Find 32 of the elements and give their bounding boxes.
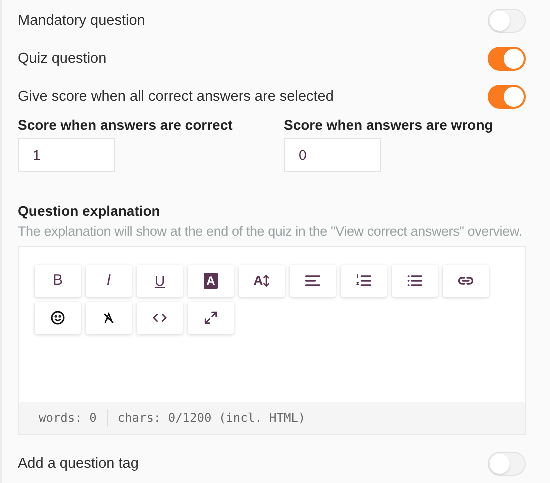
score-field[interactable]: 1: [18, 138, 115, 172]
fullscreen-button[interactable]: [188, 302, 234, 334]
vertical-arrows-icon: [263, 274, 270, 288]
score-field[interactable]: 0: [284, 138, 381, 172]
underline-button[interactable]: U: [137, 264, 183, 297]
numbered-list-button[interactable]: [341, 264, 387, 297]
char-count: chars: 0/1200 (incl. HTML): [118, 411, 306, 426]
text-editor[interactable]: B I U A A words: 0 chars: 0/1200 (incl. HTML): [18, 246, 526, 436]
italic-button[interactable]: I: [86, 264, 132, 297]
toggle-label: Add a question tag: [18, 456, 139, 472]
field-label: Score when answers are correct: [18, 116, 234, 133]
expand-icon: [203, 310, 219, 326]
toggle-label: Mandatory question: [18, 12, 146, 29]
font-size-button[interactable]: A: [239, 264, 285, 297]
align-button[interactable]: [290, 264, 336, 297]
bullet-list-button[interactable]: [392, 264, 438, 297]
section-title: Question explanation: [18, 202, 162, 219]
emoji-button[interactable]: [35, 302, 81, 334]
link-button[interactable]: [443, 264, 489, 297]
toggle-switch[interactable]: [488, 46, 526, 71]
toggle-switch[interactable]: [488, 84, 526, 109]
toggle-label: Give score when all correct answers are selected: [18, 88, 334, 105]
word-count: words: 0: [39, 411, 97, 426]
smiley-icon: [50, 310, 66, 326]
highlight-button[interactable]: A: [188, 264, 234, 297]
section-description: The explanation will show at the end of the quiz in the "View correct answers" overview.: [18, 224, 524, 239]
code-button[interactable]: [137, 302, 183, 334]
clear-format-button[interactable]: [86, 302, 132, 334]
bold-button[interactable]: B: [35, 264, 81, 297]
field-label: Score when answers are wrong: [284, 116, 494, 133]
toggle-label: Quiz question: [18, 50, 107, 67]
clear-format-icon: [102, 310, 116, 325]
